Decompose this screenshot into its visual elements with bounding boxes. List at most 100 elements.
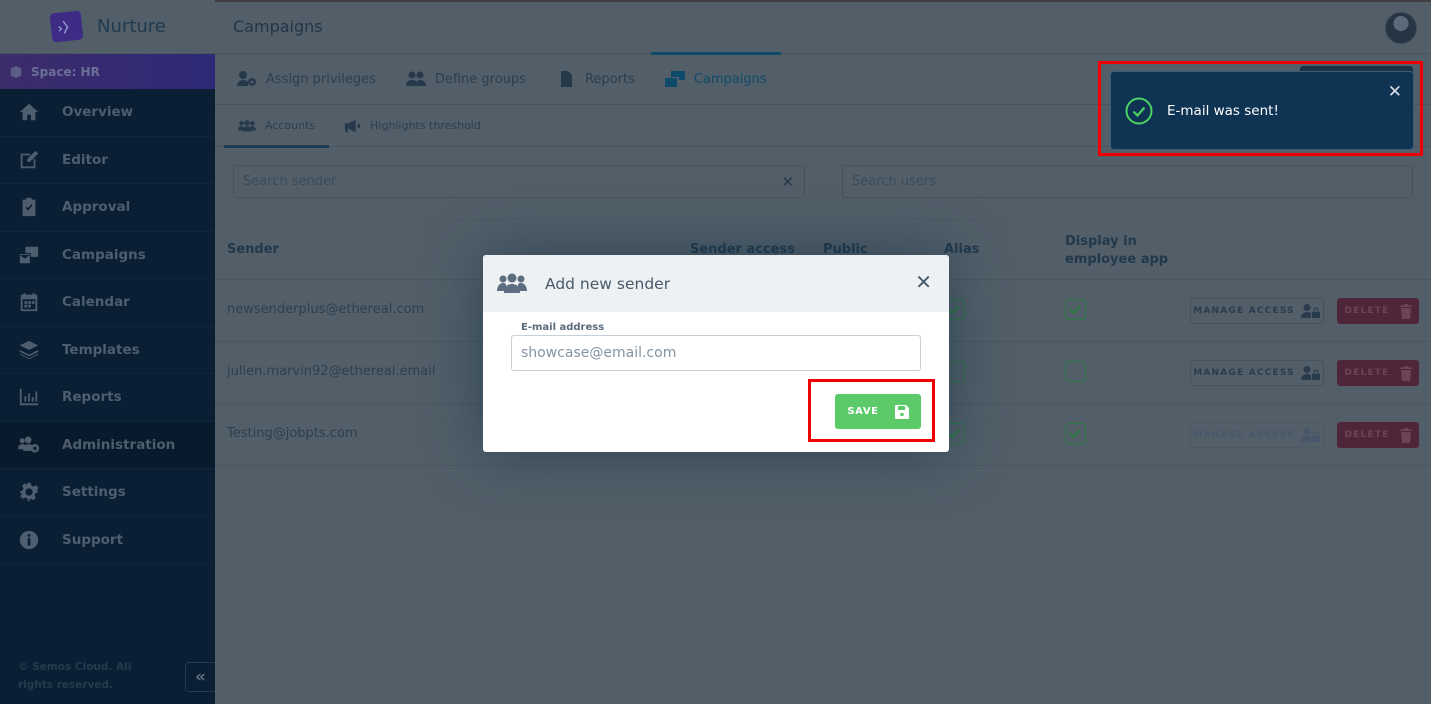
brand[interactable]: ›〉 Nurture (0, 0, 215, 54)
sidebar-item-label: Approval (62, 199, 131, 216)
subtab-highlights-threshold[interactable]: Highlights threshold (329, 105, 495, 147)
column-header-alias: Alias (944, 242, 980, 257)
sidebar-item-support[interactable]: Support (0, 517, 215, 564)
sidebar-item-label: Administration (62, 436, 176, 453)
sidebar-item-editor[interactable]: Editor (0, 137, 215, 184)
sidebar-item-label: Overview (62, 104, 134, 121)
manage-access-button[interactable]: MANAGE ACCESS (1190, 298, 1324, 324)
column-header-display-in-app: Display in employee app (1065, 234, 1169, 267)
display-in-app-checkbox[interactable] (1065, 361, 1086, 382)
search-row: Search sender ✕ Search users (215, 147, 1431, 220)
subtab-accounts[interactable]: Accounts (224, 105, 330, 148)
close-modal-button[interactable]: ✕ (915, 272, 932, 292)
users-group-icon (497, 273, 527, 293)
info-icon (18, 529, 40, 551)
sender-email: julien.marvin92@ethereal.email (227, 364, 436, 379)
collapse-sidebar-button[interactable]: « (185, 662, 215, 692)
tab-define-groups[interactable]: Define groups (405, 54, 526, 105)
users-icon (405, 71, 426, 86)
delete-button[interactable]: DELETE (1337, 298, 1419, 324)
user-cog-icon (237, 71, 256, 86)
space-label: Space: HR (31, 64, 100, 79)
tab-reports[interactable]: Reports (556, 54, 635, 105)
calendar-icon (18, 291, 40, 313)
delete-button[interactable]: DELETE (1337, 360, 1419, 386)
manage-access-label: MANAGE ACCESS (1193, 430, 1295, 440)
delete-button[interactable]: DELETE (1337, 422, 1419, 448)
email-address-label: E-mail address (517, 322, 609, 333)
save-highlight-box (808, 379, 935, 442)
display-in-app-checkbox[interactable] (1065, 423, 1086, 444)
subtab-label: Highlights threshold (370, 119, 481, 132)
manage-access-label: MANAGE ACCESS (1193, 306, 1295, 316)
clipboard-check-icon (18, 196, 40, 218)
email-address-value: showcase@email.com (521, 345, 677, 361)
subtab-label: Accounts (265, 119, 316, 132)
campaigns-icon (18, 244, 40, 266)
sidebar-item-approval[interactable]: Approval (0, 184, 215, 232)
sidebar: ›〉 Nurture Space: HR Overview Editor App… (0, 0, 215, 704)
brand-logo-icon: ›〉 (49, 10, 84, 43)
user-lock-icon (1300, 428, 1320, 442)
sidebar-item-templates[interactable]: Templates (0, 327, 215, 374)
delete-label: DELETE (1344, 368, 1390, 378)
sidebar-item-administration[interactable]: Administration (0, 421, 215, 469)
modal-header: Add new sender ✕ (483, 255, 949, 312)
users-cog-icon (18, 434, 40, 456)
sidebar-item-label: Campaigns (62, 246, 146, 263)
sidebar-item-label: Reports (62, 389, 122, 406)
tab-label: Assign privileges (266, 71, 376, 87)
delete-label: DELETE (1344, 306, 1390, 316)
tab-label: Define groups (434, 71, 526, 87)
sidebar-item-label: Settings (62, 484, 126, 501)
search-users-placeholder: Search users (852, 174, 936, 189)
sidebar-item-settings[interactable]: Settings (0, 469, 215, 517)
sidebar-item-reports[interactable]: Reports (0, 374, 215, 422)
clear-search-icon[interactable]: ✕ (781, 173, 794, 191)
copyright-text: © Semos Cloud. All rights reserved. (18, 661, 132, 691)
home-icon (18, 101, 40, 123)
user-avatar[interactable] (1385, 12, 1417, 44)
sidebar-item-label: Support (62, 531, 124, 548)
gear-icon (18, 481, 40, 503)
sender-email: Testing@jobpts.com (227, 426, 358, 441)
toast-highlight-box (1098, 61, 1423, 156)
sidebar-item-label: Editor (62, 151, 108, 168)
tab-label: Campaigns (693, 71, 767, 87)
manage-access-button[interactable]: MANAGE ACCESS (1190, 422, 1324, 448)
trash-icon (1399, 365, 1412, 381)
sidebar-item-label: Calendar (62, 294, 130, 311)
chart-icon (18, 386, 40, 408)
user-lock-icon (1300, 366, 1320, 380)
sender-email: newsenderplus@ethereal.com (227, 302, 425, 317)
email-address-field[interactable]: showcase@email.com (511, 335, 921, 371)
cube-icon (10, 65, 22, 78)
manage-access-label: MANAGE ACCESS (1193, 368, 1295, 378)
users-group-icon (238, 119, 256, 131)
edit-icon (18, 149, 40, 171)
campaigns-icon (664, 71, 685, 87)
trash-icon (1399, 427, 1412, 443)
display-in-app-checkbox[interactable] (1065, 299, 1086, 320)
manage-access-button[interactable]: MANAGE ACCESS (1190, 360, 1324, 386)
tab-campaigns[interactable]: Campaigns (650, 51, 781, 105)
search-sender-input[interactable]: Search sender ✕ (233, 165, 805, 198)
sidebar-item-campaigns[interactable]: Campaigns (0, 232, 215, 279)
tab-label: Reports (584, 71, 635, 87)
sidebar-item-label: Templates (62, 341, 140, 358)
page-title: Campaigns (233, 17, 323, 36)
sidebar-item-calendar[interactable]: Calendar (0, 279, 215, 327)
brand-name: Nurture (97, 16, 166, 37)
space-selector[interactable]: Space: HR (0, 54, 215, 89)
search-users-input[interactable]: Search users (842, 165, 1413, 198)
trash-icon (1399, 303, 1412, 319)
search-sender-placeholder: Search sender (243, 174, 337, 189)
user-lock-icon (1300, 304, 1320, 318)
modal-title: Add new sender (545, 274, 671, 293)
document-icon (560, 71, 572, 87)
delete-label: DELETE (1344, 430, 1390, 440)
column-header-sender: Sender (227, 242, 279, 257)
sidebar-item-overview[interactable]: Overview (0, 89, 215, 137)
megaphone-icon (344, 119, 361, 132)
tab-assign-privileges[interactable]: Assign privileges (237, 54, 376, 105)
